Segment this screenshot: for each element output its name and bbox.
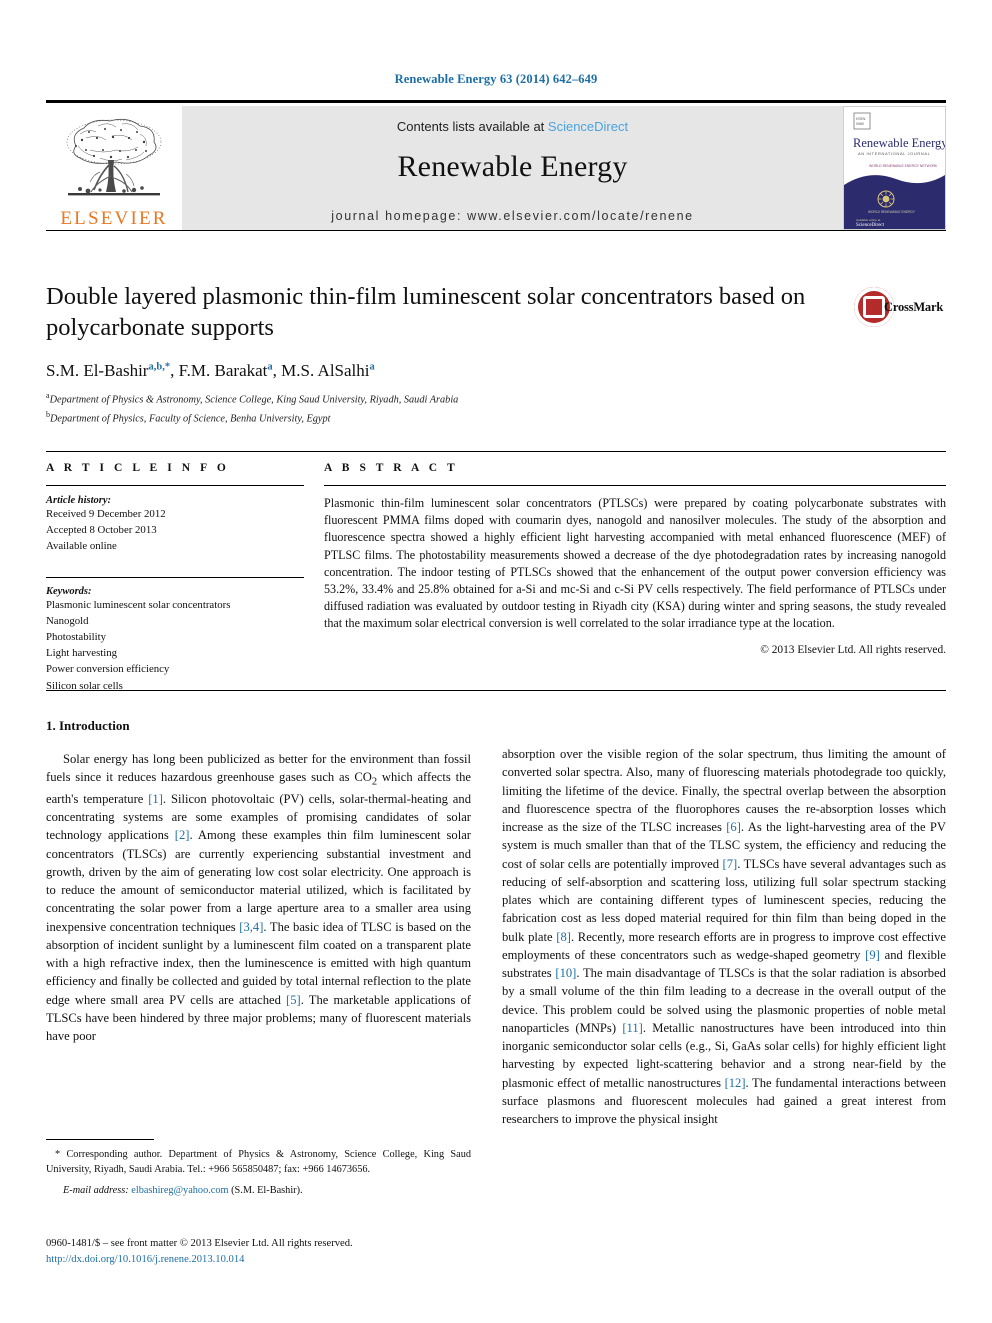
svg-text:Renewable Energy: Renewable Energy (853, 136, 945, 150)
svg-text:AN INTERNATIONAL JOURNAL: AN INTERNATIONAL JOURNAL (858, 151, 931, 156)
keyword-item: Silicon solar cells (46, 679, 123, 692)
crossmark-label: CrossMark (884, 300, 944, 314)
abstract-column: A B S T R A C T Plasmonic thin-film lumi… (324, 462, 946, 656)
keywords-label: Keywords: (46, 585, 92, 597)
info-section-bottom-rule (46, 690, 946, 691)
running-head: Renewable Energy 63 (2014) 642–649 (394, 72, 598, 86)
affiliation-a: aDepartment of Physics & Astronomy, Scie… (46, 390, 836, 408)
elsevier-tree-icon (66, 118, 162, 196)
masthead-top-rule (46, 100, 946, 103)
journal-banner: Contents lists available at ScienceDirec… (182, 106, 843, 230)
author-2: F.M. Barakata (178, 361, 273, 381)
email-owner: (S.M. El-Bashir). (231, 1185, 303, 1197)
article-info-heading: A R T I C L E I N F O (46, 462, 230, 474)
abstract-rule (324, 485, 946, 486)
corresponding-author-footnote: * Corresponding author. Department of Ph… (46, 1139, 471, 1199)
keyword-item: Light harvesting (46, 647, 118, 660)
svg-text:Available online at: Available online at (856, 218, 880, 222)
crossmark-square-icon (863, 296, 885, 318)
journal-title: Renewable Energy (397, 150, 628, 183)
journal-article-page: Renewable Energy 63 (2014) 642–649 ELSEV… (0, 0, 992, 1323)
keyword-item: Power conversion efficiency (46, 663, 170, 676)
crossmark-badge[interactable]: CrossMark (854, 286, 944, 332)
keyword-item: Photostability (46, 630, 106, 643)
keywords-rule (46, 576, 304, 578)
author-2-marks: a (267, 361, 273, 373)
affiliation-list: aDepartment of Physics & Astronomy, Scie… (46, 390, 836, 427)
article-history-received: Received 9 December 2012 (46, 508, 166, 520)
svg-text:ISSN: ISSN (856, 116, 865, 121)
doi-link[interactable]: http://dx.doi.org/10.1016/j.renene.2013.… (46, 1252, 476, 1268)
author-1-marks: a,b,* (148, 361, 171, 373)
article-history-online: Available online (46, 540, 117, 553)
masthead-body: ELSEVIER Contents lists available at Sci… (46, 106, 946, 230)
affiliation-b-text: Department of Physics, Faculty of Scienc… (50, 412, 331, 424)
elsevier-wordmark: ELSEVIER (60, 208, 168, 229)
author-list: S.M. El-Bashira,b,*, F.M. Barakata, M.S.… (46, 361, 375, 381)
issn-front-matter-line: 0960-1481/$ – see front matter © 2013 El… (46, 1238, 353, 1249)
contents-prefix: Contents lists available at (396, 119, 548, 134)
abstract-heading: A B S T R A C T (324, 462, 459, 474)
footnote-email-line: E-mail address: elbashireg@yahoo.com (S.… (46, 1183, 471, 1198)
affiliation-b: bDepartment of Physics, Faculty of Scien… (46, 409, 836, 427)
author-3: M.S. AlSalhia (281, 361, 375, 381)
author-3-marks: a (369, 361, 375, 373)
title-block: Double layered plasmonic thin-film lumin… (46, 281, 836, 427)
masthead-bottom-rule (46, 230, 946, 231)
journal-homepage-line[interactable]: journal homepage: www.elsevier.com/locat… (182, 209, 843, 223)
article-history-label: Article history: (46, 495, 112, 506)
footer-block: 0960-1481/$ – see front matter © 2013 El… (46, 1236, 476, 1268)
copyright-line: © 2013 Elsevier Ltd. All rights reserved… (760, 644, 946, 657)
article-info-rule (46, 485, 304, 486)
contents-list-line: Contents lists available at ScienceDirec… (397, 119, 628, 134)
svg-text:WORLD RENEWABLE ENERGY: WORLD RENEWABLE ENERGY (868, 210, 916, 214)
info-section-top-rule (46, 451, 946, 452)
svg-text:0960: 0960 (856, 122, 864, 126)
sciencedirect-link[interactable]: ScienceDirect (548, 119, 628, 134)
body-column-right: absorption over the visible region of th… (502, 745, 946, 1128)
footnote-rule (46, 1139, 154, 1140)
intro-paragraph-right: absorption over the visible region of th… (502, 747, 947, 1126)
author-1: S.M. El-Bashira,b,* (46, 361, 171, 381)
footnote-text: * Corresponding author. Department of Ph… (46, 1149, 471, 1176)
journal-masthead: ELSEVIER Contents lists available at Sci… (46, 100, 946, 231)
email-address-label: E-mail address: (63, 1185, 129, 1197)
intro-paragraph-left: Solar energy has long been publicized as… (46, 752, 471, 1044)
article-history-accepted: Accepted 8 October 2013 (46, 524, 157, 537)
keyword-item: Plasmonic luminescent solar concentrator… (46, 598, 231, 611)
elsevier-logo: ELSEVIER (46, 106, 182, 230)
journal-cover-thumbnail: ISSN 0960 Renewable Energy AN INTERNATIO… (843, 106, 946, 230)
article-info-column: A R T I C L E I N F O Article history: R… (46, 462, 304, 694)
email-link[interactable]: elbashireg@yahoo.com (131, 1185, 228, 1196)
affiliation-a-text: Department of Physics & Astronomy, Scien… (49, 394, 459, 406)
body-column-left: 1. Introduction Solar energy has long be… (46, 718, 471, 1045)
svg-text:WORLD RENEWABLE ENERGY NETWORK: WORLD RENEWABLE ENERGY NETWORK (869, 164, 938, 168)
page-title: Double layered plasmonic thin-film lumin… (46, 283, 806, 342)
abstract-text: Plasmonic thin-film luminescent solar co… (324, 496, 946, 631)
section-heading-introduction: 1. Introduction (46, 718, 130, 733)
journal-cover-art: ISSN 0960 Renewable Energy AN INTERNATIO… (844, 107, 945, 229)
svg-text:ScienceDirect: ScienceDirect (856, 223, 885, 228)
keyword-item: Nanogold (46, 614, 89, 627)
